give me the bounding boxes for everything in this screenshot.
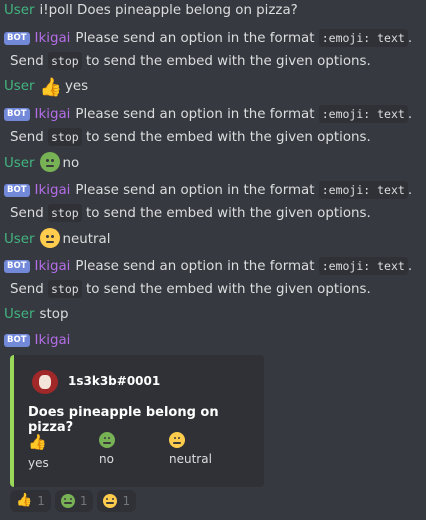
author-name[interactable]: User: [4, 3, 35, 18]
message: User 👍 yes: [4, 76, 422, 98]
message-text: neutral: [62, 232, 111, 247]
avatar[interactable]: [32, 370, 58, 394]
thumbs-up-icon: 👍: [28, 433, 47, 451]
reaction-nauseated-face[interactable]: 1: [54, 490, 94, 512]
bot-tag: BOT: [4, 32, 30, 45]
author-name[interactable]: User: [4, 232, 35, 247]
embed-author[interactable]: 1s3k3b#0001: [68, 374, 160, 388]
embed-title: Does pineapple belong on pizza?: [28, 405, 219, 435]
author-name[interactable]: Ikigai: [35, 183, 71, 198]
thumbs-up-icon: 👍: [39, 77, 62, 98]
reactions-bar: 👍 1 1 1: [10, 490, 137, 512]
inline-code: :emoji: text: [318, 105, 408, 123]
reaction-neutral-face[interactable]: 1: [97, 490, 137, 512]
message-text: Send: [10, 130, 44, 145]
author-name[interactable]: Ikigai: [35, 259, 71, 274]
inline-code: stop: [48, 128, 82, 146]
message-text: Send: [10, 206, 44, 221]
nauseated-face-icon: [99, 432, 115, 448]
bot-message: BOT Ikigai Please send an option in the fo…: [4, 27, 422, 73]
inline-code: stop: [48, 204, 82, 222]
inline-code: :emoji: text: [318, 181, 408, 199]
message-text: Please send an option in the format: [75, 183, 315, 198]
message: User stop: [4, 304, 422, 326]
message-text: no: [62, 156, 80, 171]
message-text: Please send an option in the format: [75, 31, 315, 46]
message-text: to send the embed with the given options…: [85, 130, 371, 145]
inline-code: :emoji: text: [318, 29, 408, 47]
author-name[interactable]: Ikigai: [35, 31, 71, 46]
poll-option: no: [99, 432, 159, 466]
author-name[interactable]: User: [4, 79, 35, 94]
reaction-thumbs-up[interactable]: 👍 1: [10, 490, 51, 512]
message: User no: [4, 152, 422, 175]
inline-code: stop: [48, 280, 82, 298]
neutral-face-icon: [103, 494, 118, 508]
bot-message: BOT Ikigai Please send an option in the fo…: [4, 179, 422, 225]
message-text: to send the embed with the given options…: [85, 282, 371, 297]
message-text: Send: [10, 282, 44, 297]
message-text: stop: [39, 307, 69, 322]
author-name[interactable]: Ikigai: [35, 333, 71, 348]
bot-message: BOT Ikigai Please send an option in the fo…: [4, 255, 422, 301]
bot-message: BOT Ikigai: [4, 330, 422, 352]
poll-embed: 1s3k3b#0001 Does pineapple belong on piz…: [10, 355, 264, 487]
message-text: to send the embed with the given options…: [85, 206, 371, 221]
bot-tag: BOT: [4, 334, 30, 347]
option-label: yes: [28, 456, 49, 470]
message: User neutral: [4, 228, 422, 251]
reaction-count: 1: [79, 494, 88, 508]
bot-tag: BOT: [4, 108, 30, 121]
bot-tag: BOT: [4, 184, 30, 197]
message-text: i!poll Does pineapple belong on pizza?: [39, 3, 298, 18]
message-text: Please send an option in the format: [75, 259, 315, 274]
inline-code: :emoji: text: [318, 257, 408, 275]
author-name[interactable]: Ikigai: [35, 107, 71, 122]
message-text: yes: [64, 79, 89, 94]
message-text: Please send an option in the format: [75, 107, 315, 122]
bot-tag: BOT: [4, 260, 30, 273]
poll-option: 👍 yes: [28, 432, 88, 470]
message-text: to send the embed with the given options…: [85, 54, 371, 69]
author-name[interactable]: User: [4, 307, 35, 322]
option-label: neutral: [169, 452, 212, 466]
reaction-count: 1: [122, 494, 131, 508]
nauseated-face-icon: [39, 152, 60, 172]
option-label: no: [99, 452, 114, 466]
neutral-face-icon: [169, 432, 185, 448]
thumbs-up-icon: 👍: [16, 493, 33, 508]
message-text: Send: [10, 54, 44, 69]
bot-message: BOT Ikigai Please send an option in the fo…: [4, 103, 422, 149]
poll-option: neutral: [169, 432, 229, 466]
inline-code: stop: [48, 52, 82, 70]
author-name[interactable]: User: [4, 156, 35, 171]
reaction-count: 1: [37, 494, 45, 508]
neutral-face-icon: [39, 228, 60, 248]
nauseated-face-icon: [60, 494, 75, 508]
message: User i!poll Does pineapple belong on pizz…: [4, 0, 422, 22]
